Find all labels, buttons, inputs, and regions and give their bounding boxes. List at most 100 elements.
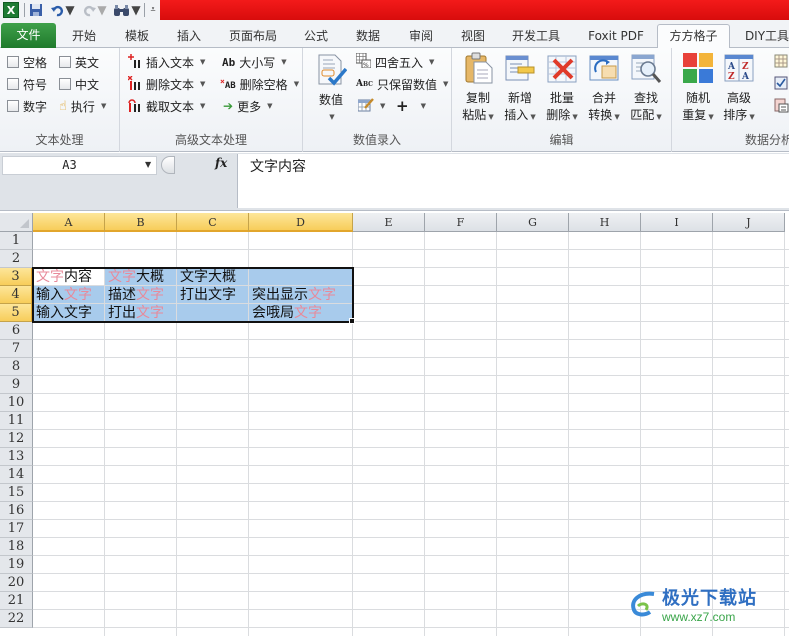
find-dropdown-icon[interactable]: ▼ <box>131 2 140 18</box>
redo-icon[interactable] <box>82 2 96 18</box>
spreadsheet-grid[interactable]: A B C D E F G H I J 1 2 3 4 5 6 7 8 9 10 11 12 13 14 15 16 17 18 19 2… <box>0 213 789 636</box>
more-button[interactable]: ➔ 更多 ▼ <box>223 96 272 116</box>
column-header-j[interactable]: J <box>713 213 785 232</box>
find-match-button[interactable]: 查找 匹配 ▼ <box>624 52 668 126</box>
find-icon[interactable] <box>113 2 131 18</box>
tab-foxit-pdf[interactable]: Foxit PDF <box>580 25 652 48</box>
delete-text-button[interactable]: 删除文本 ▼ <box>127 74 205 94</box>
select-all-button[interactable] <box>0 213 33 232</box>
delete-space-button[interactable]: ×AB 删除空格 ▼ <box>220 74 299 94</box>
round-button[interactable]: % 四舍五入 ▼ <box>355 52 434 72</box>
checkbox-icon[interactable] <box>7 100 19 112</box>
checkbox-space[interactable]: 空格 <box>7 52 47 72</box>
checkbox-icon[interactable] <box>59 78 71 90</box>
column-header-b[interactable]: B <box>105 213 177 232</box>
row-header-14[interactable]: 14 <box>0 466 33 484</box>
tab-view[interactable]: 视图 <box>451 25 495 48</box>
row-header-11[interactable]: 11 <box>0 412 33 430</box>
cell-b4[interactable]: 描述文字 <box>105 286 164 304</box>
tab-data[interactable]: 数据 <box>346 25 390 48</box>
keep-values-button[interactable]: Abc 只保留数值 ▼ <box>356 74 448 94</box>
checkbox-number[interactable]: 数字 <box>7 96 47 116</box>
row-header-1[interactable]: 1 <box>0 232 33 250</box>
column-header-g[interactable]: G <box>497 213 569 232</box>
checkbox-chinese[interactable]: 中文 <box>59 74 99 94</box>
insert-function-icon[interactable]: fx <box>215 156 227 170</box>
checkbox-icon[interactable] <box>7 56 19 68</box>
column-header-e[interactable]: E <box>353 213 425 232</box>
tab-templates[interactable]: 模板 <box>115 25 159 48</box>
checkbox-symbol[interactable]: 符号 <box>7 74 47 94</box>
cell-b3[interactable]: 文字大概 <box>105 268 164 286</box>
column-header-d[interactable]: D <box>249 213 353 232</box>
tab-fangfang-gezi[interactable]: 方方格子 <box>657 24 730 49</box>
column-header-c[interactable]: C <box>177 213 249 232</box>
cell-c4[interactable]: 打出文字 <box>177 286 236 304</box>
cell-c3[interactable]: 文字大概 <box>177 268 236 286</box>
name-box[interactable]: A3 <box>2 156 157 175</box>
plus-button[interactable]: + ▼ <box>396 96 426 116</box>
row-header-5[interactable]: 5 <box>0 304 33 322</box>
check-table-icon[interactable] <box>774 76 788 93</box>
cell-d5[interactable]: 会哦局文字 <box>249 304 322 322</box>
row-header-16[interactable]: 16 <box>0 502 33 520</box>
tab-home[interactable]: 开始 <box>62 25 106 48</box>
cell-d4[interactable]: 突出显示文字 <box>249 286 336 304</box>
customize-qat-icon[interactable]: ⩡ <box>148 2 158 18</box>
row-header-4[interactable]: 4 <box>0 286 33 304</box>
advanced-sort-button[interactable]: AZZA 高级 排序 ▼ <box>717 52 761 126</box>
copy-paste-button[interactable]: 复制 粘贴 ▼ <box>456 52 500 126</box>
row-header-20[interactable]: 20 <box>0 574 33 592</box>
row-header-13[interactable]: 13 <box>0 448 33 466</box>
table-grid-icon[interactable] <box>774 54 788 71</box>
merge-convert-button[interactable]: 合并 转换 ▼ <box>582 52 626 126</box>
case-button[interactable]: Ab 大小写 ▼ <box>222 52 287 72</box>
column-header-f[interactable]: F <box>425 213 497 232</box>
cell-b5[interactable]: 打出文字 <box>105 304 164 322</box>
batch-delete-button[interactable]: 批量 删除 ▼ <box>540 52 584 126</box>
row-header-6[interactable]: 6 <box>0 322 33 340</box>
tab-insert[interactable]: 插入 <box>167 25 211 48</box>
tab-file[interactable]: 文件 <box>1 23 56 48</box>
row-header-19[interactable]: 19 <box>0 556 33 574</box>
formula-input[interactable]: 文字内容 <box>237 154 789 208</box>
column-header-i[interactable]: I <box>641 213 713 232</box>
new-insert-button[interactable]: 新增 插入 ▼ <box>498 52 542 126</box>
formula-bar-resize-handle[interactable] <box>161 156 175 174</box>
tab-review[interactable]: 审阅 <box>399 25 443 48</box>
row-header-15[interactable]: 15 <box>0 484 33 502</box>
random-repeat-button[interactable]: 随机 重复 ▼ <box>676 52 720 126</box>
redo-dropdown-icon[interactable]: ▼ <box>97 2 106 18</box>
cell-a4[interactable]: 输入文字 <box>33 286 92 304</box>
edit-table-button[interactable]: ▼ <box>357 96 385 116</box>
tab-developer[interactable]: 开发工具 <box>503 25 569 48</box>
cell-a3[interactable]: 文字内容 <box>33 268 92 286</box>
cell-a5[interactable]: 输入文字 <box>33 304 92 322</box>
execute-button[interactable]: ☝ 执行 ▼ <box>59 96 106 116</box>
row-header-3[interactable]: 3 <box>0 268 33 286</box>
column-header-h[interactable]: H <box>569 213 641 232</box>
row-header-22[interactable]: 22 <box>0 610 33 628</box>
tab-formulas[interactable]: 公式 <box>294 25 338 48</box>
undo-icon[interactable] <box>50 2 64 18</box>
row-header-18[interactable]: 18 <box>0 538 33 556</box>
row-header-8[interactable]: 8 <box>0 358 33 376</box>
save-icon[interactable] <box>28 2 44 18</box>
value-button[interactable]: 数值 ▼ <box>309 54 353 126</box>
row-header-7[interactable]: 7 <box>0 340 33 358</box>
table-stats-icon[interactable] <box>774 98 789 116</box>
insert-text-button[interactable]: 插入文本 ▼ <box>128 52 205 72</box>
extract-text-button[interactable]: 截取文本 ▼ <box>128 96 205 116</box>
name-box-dropdown-icon[interactable]: ▼ <box>145 160 151 169</box>
column-header-a[interactable]: A <box>33 213 105 232</box>
undo-dropdown-icon[interactable]: ▼ <box>65 2 74 18</box>
checkbox-icon[interactable] <box>59 56 71 68</box>
row-header-12[interactable]: 12 <box>0 430 33 448</box>
row-header-9[interactable]: 9 <box>0 376 33 394</box>
row-header-2[interactable]: 2 <box>0 250 33 268</box>
excel-icon[interactable]: X <box>3 2 19 18</box>
row-header-10[interactable]: 10 <box>0 394 33 412</box>
checkbox-icon[interactable] <box>7 78 19 90</box>
row-header-21[interactable]: 21 <box>0 592 33 610</box>
tab-diy-tools[interactable]: DIY工具 <box>737 25 789 48</box>
